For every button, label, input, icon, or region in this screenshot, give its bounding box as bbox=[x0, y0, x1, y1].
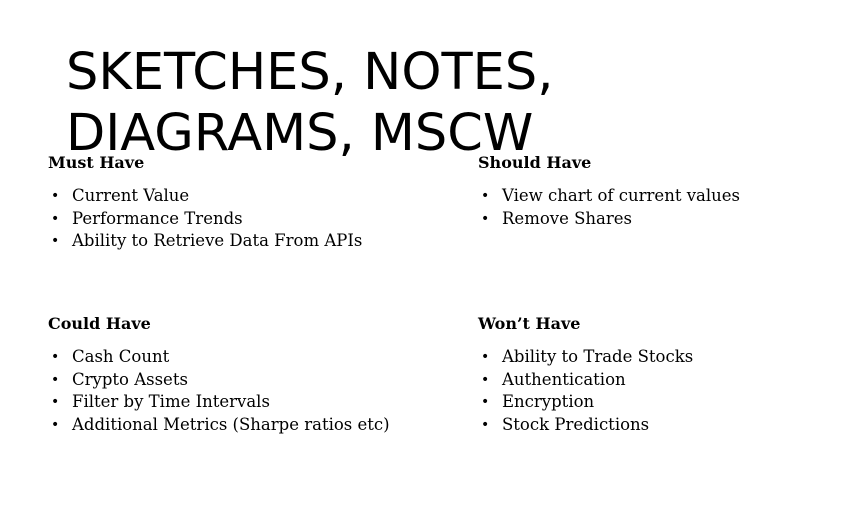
wont-have-section: Won’t Have • Ability to Trade Stocks • Aut… bbox=[478, 314, 844, 436]
bullet-icon: • bbox=[51, 394, 60, 411]
list-item: • Filter by Time Intervals bbox=[48, 391, 428, 414]
wont-have-list: • Ability to Trade Stocks • Authentication… bbox=[478, 346, 844, 436]
bullet-icon: • bbox=[481, 349, 490, 365]
slide-title: SKETCHES, NOTES, DIAGRAMS, MSCW bbox=[66, 42, 626, 164]
list-item: • Remove Shares bbox=[478, 208, 844, 231]
list-item: • Ability to Retrieve Data From APIs bbox=[48, 230, 428, 253]
list-item: • Performance Trends bbox=[48, 208, 428, 231]
bullet-icon: • bbox=[51, 349, 60, 365]
list-item: • Cash Count bbox=[48, 346, 428, 369]
list-item: • Ability to Trade Stocks bbox=[478, 346, 844, 369]
list-item: • Additional Metrics (Sharpe ratios etc) bbox=[48, 414, 428, 437]
list-item: • View chart of current values bbox=[478, 185, 844, 208]
could-have-section: Could Have • Cash Count • Crypto Assets • F… bbox=[48, 314, 428, 436]
bullet-icon: • bbox=[51, 371, 60, 388]
list-item: • Crypto Assets bbox=[48, 369, 428, 392]
bullet-icon: • bbox=[481, 394, 490, 411]
bullet-icon: • bbox=[481, 188, 490, 204]
must-have-list: • Current Value • Performance Trends • Abil… bbox=[48, 185, 428, 253]
could-have-heading: Could Have bbox=[48, 314, 151, 333]
must-have-heading: Must Have bbox=[48, 153, 145, 172]
bullet-icon: • bbox=[481, 371, 490, 388]
should-have-heading: Should Have bbox=[478, 153, 592, 172]
bullet-icon: • bbox=[51, 416, 60, 433]
list-item: • Current Value bbox=[48, 185, 428, 208]
list-item: • Encryption bbox=[478, 391, 844, 414]
could-have-list: • Cash Count • Crypto Assets • Filter by Ti… bbox=[48, 346, 428, 436]
bullet-icon: • bbox=[481, 416, 490, 433]
bullet-icon: • bbox=[51, 233, 60, 250]
should-have-section: Should Have • View chart of current value… bbox=[478, 153, 844, 230]
bullet-icon: • bbox=[51, 210, 60, 227]
should-have-list: • View chart of current values • Remove Sh… bbox=[478, 185, 844, 230]
slide-title-line-1: SKETCHES, NOTES, bbox=[66, 43, 554, 102]
list-item: • Stock Predictions bbox=[478, 414, 844, 437]
must-have-section: Must Have • Current Value • Performance Tr… bbox=[48, 153, 428, 253]
list-item: • Authentication bbox=[478, 369, 844, 392]
wont-have-heading: Won’t Have bbox=[478, 314, 581, 333]
bullet-icon: • bbox=[481, 210, 490, 227]
bullet-icon: • bbox=[51, 188, 60, 204]
